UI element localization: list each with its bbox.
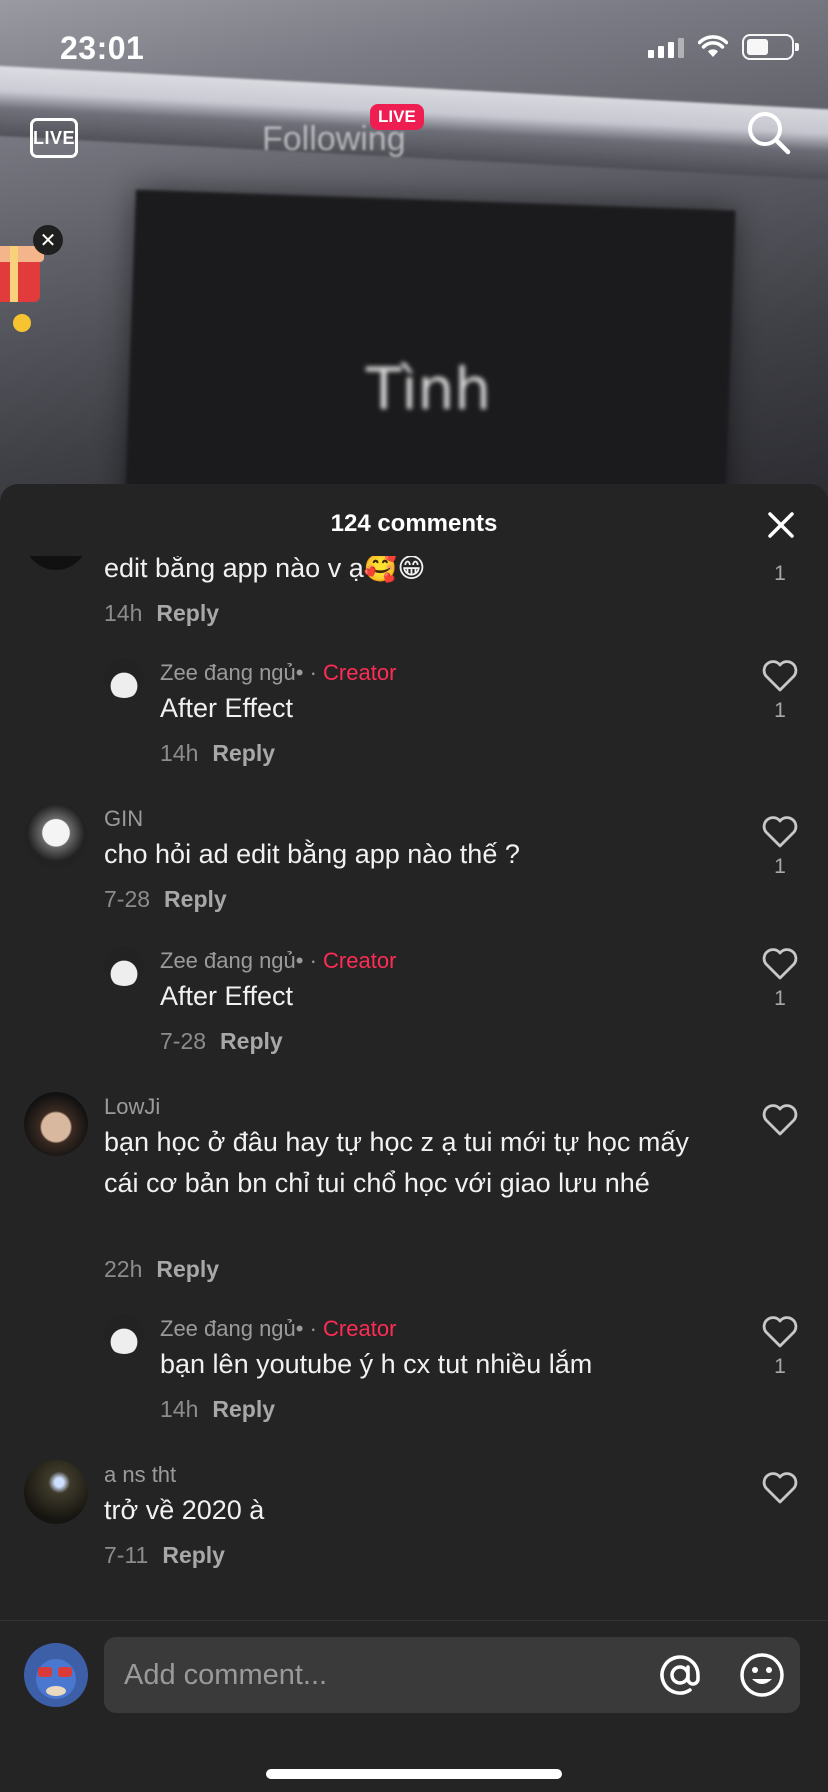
- avatar[interactable]: [24, 804, 88, 868]
- heart-icon: [762, 816, 798, 848]
- reply-button[interactable]: Reply: [156, 1256, 219, 1282]
- home-indicator: [266, 1769, 562, 1779]
- heart-icon: [762, 1472, 798, 1504]
- creator-label: Creator: [323, 660, 397, 685]
- commenter-name: GIN: [104, 806, 144, 831]
- like-count: 1: [774, 562, 786, 585]
- reply-button[interactable]: Reply: [162, 1542, 225, 1568]
- comment-time: 22h: [104, 1256, 143, 1282]
- comment-meta: 22h Reply: [104, 1256, 219, 1283]
- creator-label: Creator: [323, 948, 397, 973]
- comment-time: 14h: [160, 740, 199, 766]
- like-button[interactable]: [760, 1104, 800, 1141]
- avatar[interactable]: [104, 946, 144, 986]
- gift-close-icon[interactable]: ✕: [33, 225, 63, 255]
- comment-list[interactable]: edit bằng app nào v ạ🥰😁 14h Reply 1 Zee đ…: [0, 556, 828, 1572]
- comment-meta: 14h Reply: [104, 600, 219, 627]
- sheet-header: 124 comments: [0, 484, 828, 564]
- battery-icon: [742, 34, 799, 60]
- comment-meta: 7-11 Reply: [104, 1542, 225, 1569]
- comment-time: 14h: [104, 600, 143, 626]
- close-icon[interactable]: [766, 510, 796, 540]
- heart-icon: [762, 660, 798, 692]
- status-icons: [648, 34, 799, 60]
- emoji-icon[interactable]: [738, 1651, 786, 1699]
- comment-meta: 14h Reply: [160, 1396, 275, 1423]
- comment-time: 14h: [160, 1396, 199, 1422]
- avatar[interactable]: [24, 1092, 88, 1156]
- comment-input-bar: [0, 1620, 828, 1792]
- like-button[interactable]: [760, 1472, 800, 1509]
- comments-sheet: 124 comments edit bằng app nào v ạ🥰😁 14h…: [0, 484, 828, 1792]
- comment-text: After Effect: [160, 981, 294, 1011]
- comment-time: 7-11: [104, 1542, 149, 1568]
- my-avatar[interactable]: [24, 1643, 88, 1707]
- like-count: 1: [774, 1355, 786, 1378]
- like-count: 1: [774, 699, 786, 722]
- commenter-name: Zee đang ngủ• · Creator: [160, 660, 397, 685]
- comment-text: After Effect: [160, 693, 294, 723]
- comment-text: cho hỏi ad edit bằng app nào thế ?: [104, 839, 520, 869]
- comment-text: bạn học ở đâu hay tự học z ạ tui mới tự …: [104, 1127, 689, 1198]
- reply-button[interactable]: Reply: [164, 886, 227, 912]
- like-button[interactable]: 1: [760, 1316, 800, 1379]
- reply-button[interactable]: Reply: [212, 740, 275, 766]
- cellular-signal-icon: [648, 36, 684, 58]
- status-time: 23:01: [60, 30, 145, 66]
- creator-label: Creator: [323, 1316, 397, 1341]
- like-button[interactable]: 1: [760, 816, 800, 879]
- reply-button[interactable]: Reply: [212, 1396, 275, 1422]
- comment-time: 7-28: [104, 886, 151, 912]
- wifi-icon: [698, 35, 728, 57]
- avatar[interactable]: [104, 1314, 144, 1354]
- comment-meta: 7-28 Reply: [104, 886, 227, 913]
- like-count: 1: [774, 987, 786, 1010]
- heart-icon: [762, 1104, 798, 1136]
- comment-time: 7-28: [160, 1028, 207, 1054]
- like-button[interactable]: 1: [760, 556, 800, 586]
- avatar[interactable]: [24, 1460, 88, 1524]
- comment-text: bạn lên youtube ý h cx tut nhiều lắm: [160, 1349, 593, 1379]
- video-overlay-text: Tình: [366, 355, 492, 423]
- commenter-name: Zee đang ngủ• · Creator: [160, 1316, 397, 1341]
- commenter-name: a ns tht: [104, 1462, 177, 1487]
- reply-button[interactable]: Reply: [156, 600, 219, 626]
- commenter-name: Zee đang ngủ• · Creator: [160, 948, 397, 973]
- avatar[interactable]: [104, 658, 144, 698]
- comment-text: trở về 2020 à: [104, 1495, 265, 1525]
- heart-icon: [762, 1316, 798, 1348]
- like-button[interactable]: 1: [760, 660, 800, 723]
- comments-count-title: 124 comments: [330, 510, 498, 537]
- comment-meta: 14h Reply: [160, 740, 275, 767]
- reply-button[interactable]: Reply: [220, 1028, 283, 1054]
- like-button[interactable]: 1: [760, 948, 800, 1011]
- search-icon[interactable]: [746, 110, 792, 156]
- at-icon[interactable]: [656, 1651, 704, 1699]
- commenter-name: LowJi: [104, 1094, 161, 1119]
- live-badge[interactable]: LIVE: [370, 104, 424, 130]
- avatar[interactable]: [24, 556, 88, 570]
- live-icon[interactable]: LIVE: [30, 118, 78, 158]
- comment-text: edit bằng app nào v ạ🥰😁: [104, 556, 426, 583]
- heart-icon: [762, 948, 798, 980]
- comment-meta: 7-28 Reply: [160, 1028, 283, 1055]
- video-background[interactable]: Tình: [0, 0, 828, 520]
- like-count: 1: [774, 855, 786, 878]
